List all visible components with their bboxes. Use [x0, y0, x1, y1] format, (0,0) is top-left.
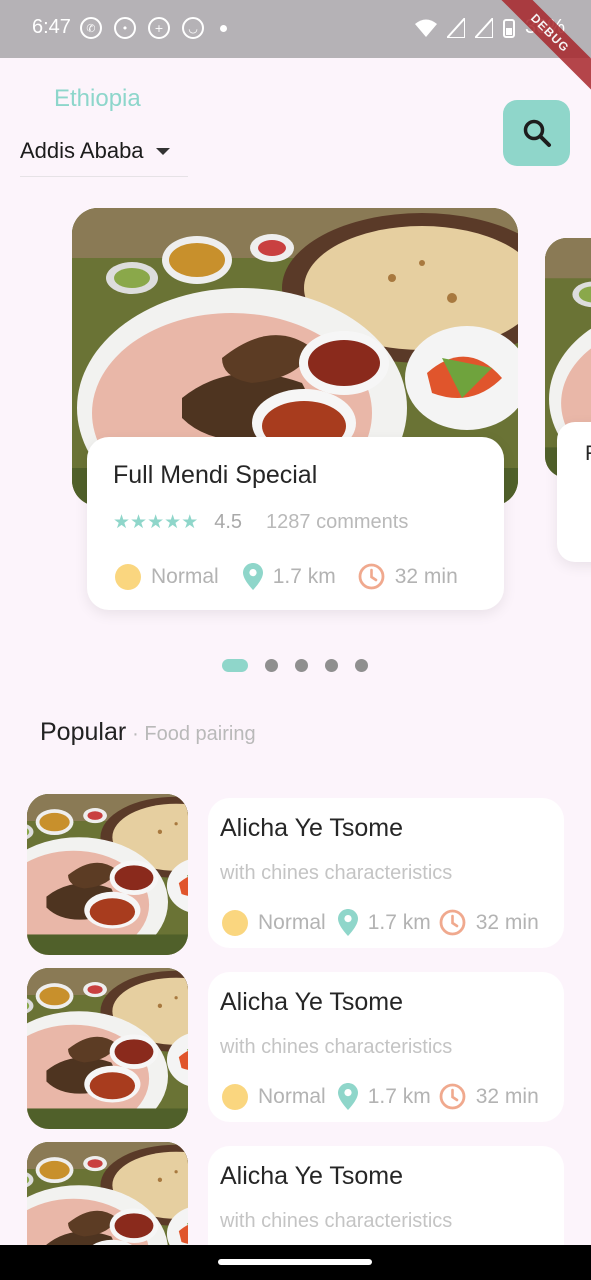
add-circle-icon: + — [148, 17, 170, 39]
popular-item-card[interactable]: Alicha Ye Tsome with chines characterist… — [208, 798, 564, 948]
home-gesture-handle[interactable] — [218, 1259, 372, 1265]
time-label: 32 min — [475, 1084, 539, 1108]
status-bar: 6:47 ✆ • + ◡ 30% DEBUG — [0, 0, 591, 94]
difficulty-circle-icon — [222, 909, 248, 936]
next-card-title: F — [585, 442, 591, 466]
next-featured-card[interactable]: F — [557, 422, 591, 562]
status-time: 6:47 — [32, 16, 71, 38]
time-label: 32 min — [394, 564, 458, 588]
star-icon: ★ — [147, 511, 165, 533]
country-label: Ethiopia — [54, 85, 141, 112]
debug-banner: DEBUG — [489, 0, 591, 94]
featured-card[interactable]: Full Mendi Special ★★★★★ 4.5 1287 commen… — [87, 437, 504, 610]
battery-icon — [502, 18, 515, 38]
city-dropdown[interactable]: Addis Ababa — [20, 138, 170, 164]
rating-value: 4.5 — [214, 511, 243, 533]
city-underline — [20, 176, 188, 177]
difficulty-circle-icon — [115, 563, 141, 590]
star-icon: ★ — [181, 511, 199, 533]
featured-meta: Normal 1.7 km 32 min — [115, 563, 458, 590]
distance-label: 1.7 km — [367, 1084, 431, 1108]
popular-item-title: Alicha Ye Tsome — [220, 814, 403, 842]
clock-icon — [439, 1083, 466, 1110]
featured-title: Full Mendi Special — [113, 461, 318, 489]
featured-rating: ★★★★★ 4.5 1287 comments — [113, 511, 408, 534]
carousel-dot[interactable] — [222, 659, 248, 672]
popular-item-card[interactable]: Alicha Ye Tsome with chines characterist… — [208, 972, 564, 1122]
popular-food-image[interactable] — [27, 968, 188, 1129]
navigation-bar — [0, 1245, 591, 1280]
clock-icon — [439, 909, 466, 936]
section-title: Popular — [40, 718, 127, 746]
difficulty-label: Normal — [258, 1084, 326, 1108]
distance-label: 1.7 km — [367, 910, 431, 934]
location-pin-icon — [337, 1083, 358, 1110]
popular-item-meta: Normal 1.7 km 32 min — [222, 909, 539, 936]
signal-icon-2 — [474, 17, 493, 38]
app-icon: ◡ — [182, 17, 204, 39]
popular-item-title: Alicha Ye Tsome — [220, 1162, 403, 1190]
popular-item-title: Alicha Ye Tsome — [220, 988, 403, 1016]
carousel-indicator — [222, 659, 368, 672]
search-icon — [523, 119, 551, 147]
carousel-dot[interactable] — [355, 659, 368, 672]
signal-icon — [446, 17, 465, 38]
section-subtitle: · Food pairing — [132, 723, 256, 745]
distance-label: 1.7 km — [272, 564, 336, 588]
difficulty-circle-icon — [222, 1083, 248, 1110]
location-pin-icon — [242, 563, 263, 590]
caret-down-icon — [155, 147, 170, 155]
star-icon: ★ — [113, 511, 131, 533]
popular-item-meta: Normal 1.7 km 32 min — [222, 1083, 539, 1110]
more-notifications-icon — [220, 24, 227, 32]
search-button[interactable] — [503, 100, 570, 166]
time-label: 32 min — [475, 910, 539, 934]
carousel-dot[interactable] — [325, 659, 338, 672]
difficulty-label: Normal — [258, 910, 326, 934]
whatsapp-icon: ✆ — [80, 17, 102, 39]
popular-food-image[interactable] — [27, 794, 188, 955]
star-icon: ★ — [130, 511, 148, 533]
carousel-dot[interactable] — [295, 659, 308, 672]
clock-icon — [358, 563, 385, 590]
popular-item-subtitle: with chines characteristics — [220, 1210, 453, 1232]
carousel-dot[interactable] — [265, 659, 278, 672]
star-rating: ★★★★★ — [113, 513, 198, 532]
wifi-icon — [414, 19, 437, 37]
comments-count: 1287 comments — [266, 511, 409, 533]
location-pin-icon — [337, 909, 358, 936]
popular-section-header: Popular · Food pairing — [40, 718, 256, 747]
notification-icons: ✆ • + ◡ — [80, 17, 227, 39]
star-icon: ★ — [164, 511, 182, 533]
chat-icon: • — [114, 17, 136, 39]
city-label: Addis Ababa — [20, 138, 144, 163]
difficulty-label: Normal — [151, 564, 219, 588]
popular-item-subtitle: with chines characteristics — [220, 1036, 453, 1058]
popular-item-subtitle: with chines characteristics — [220, 862, 453, 884]
